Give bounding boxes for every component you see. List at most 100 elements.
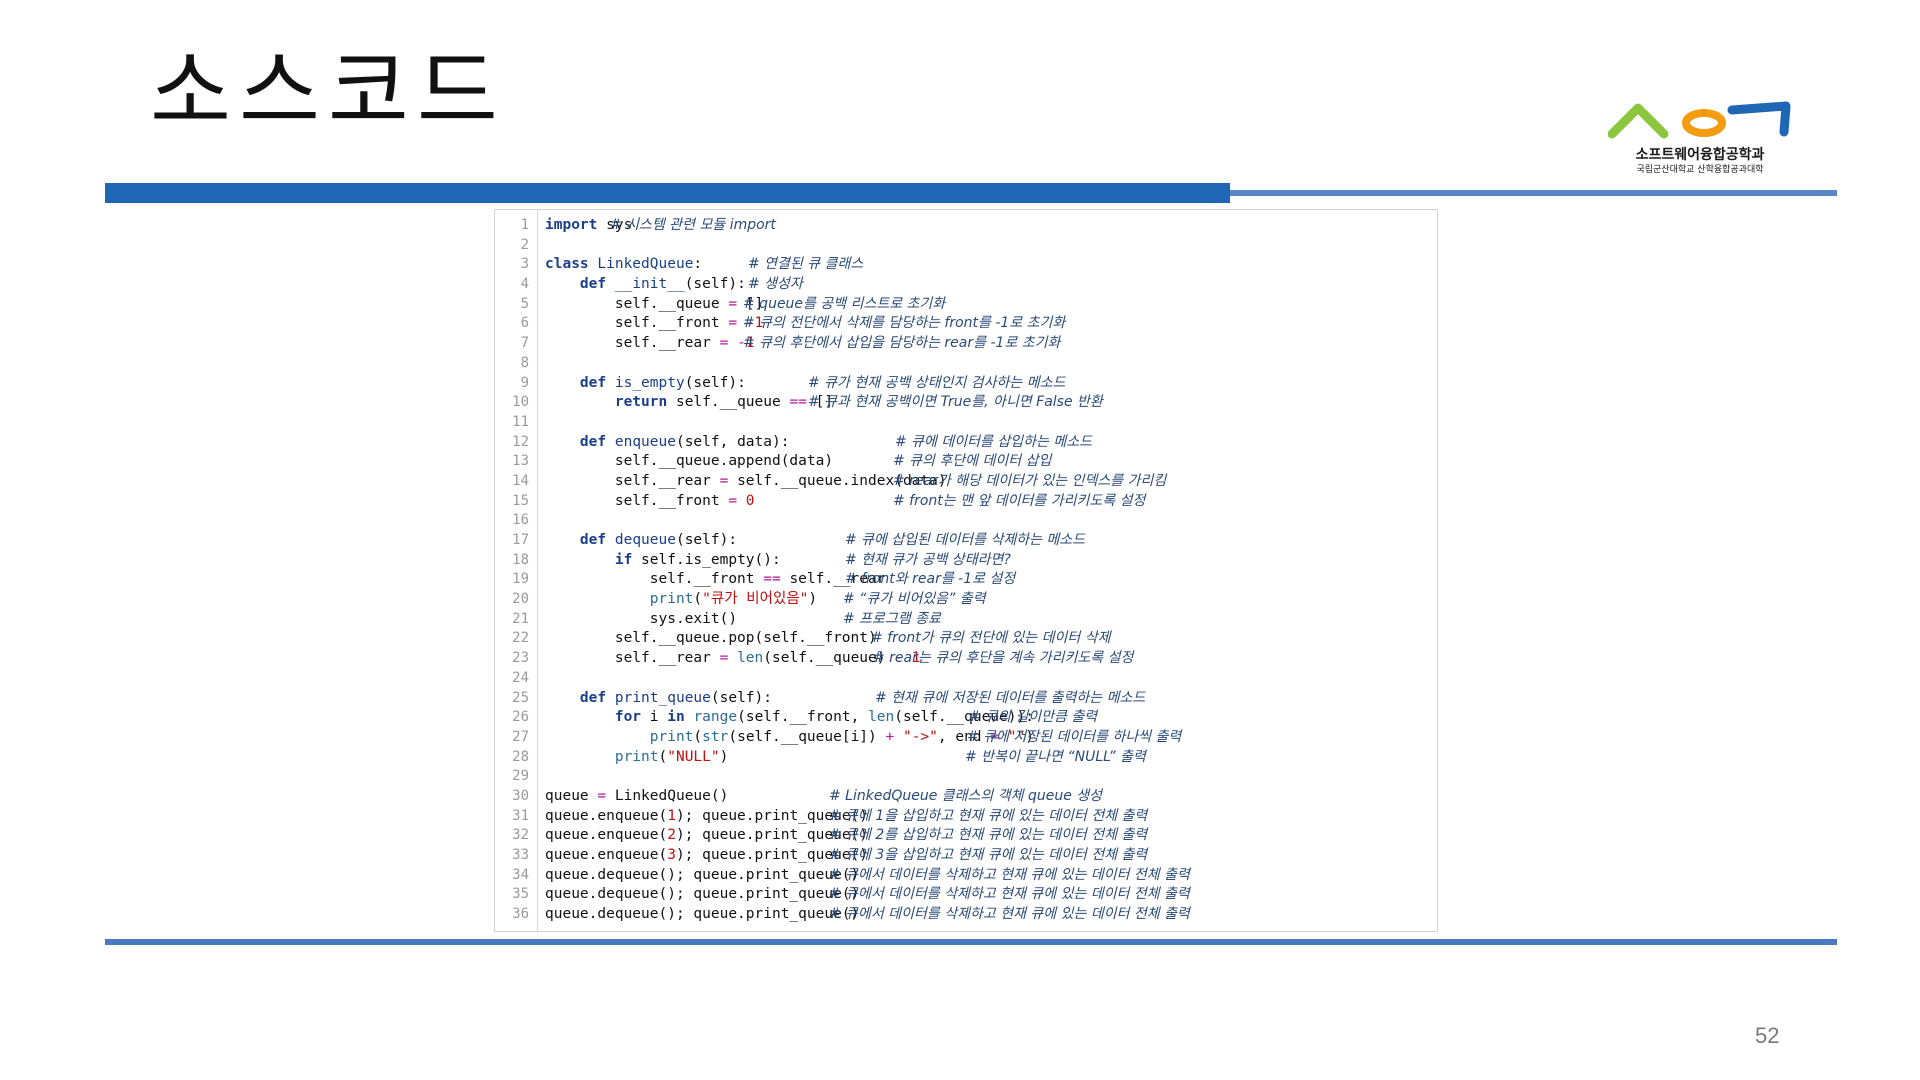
- line-number: 29: [512, 768, 529, 785]
- code-line: 25 def print_queue(self): # 현재 큐에 저장된 데이터…: [495, 689, 1437, 709]
- code-line: 32 queue.enqueue(2); queue.print_queue() #…: [495, 826, 1437, 846]
- line-number: 18: [512, 551, 529, 568]
- code-line: 27 print(str(self.__queue[i]) + "->", en…: [495, 728, 1437, 748]
- line-number: 7: [520, 335, 529, 352]
- code-text: queue.enqueue(3); queue.print_queue(): [545, 847, 869, 863]
- line-number: 4: [520, 276, 529, 293]
- code-line: 23 self.__rear = len(self.__queue) - 1 # …: [495, 649, 1437, 669]
- code-comment: # 큐에 삽입된 데이터를 삭제하는 메소드: [845, 532, 1086, 548]
- code-text: queue.dequeue(); queue.print_queue(): [545, 906, 860, 923]
- code-line: 26 for i in range(self.__front, len(self…: [495, 708, 1437, 728]
- code-line: 24: [495, 669, 1437, 689]
- code-listing: 1 import sys # 시스템 관련 모듈 import 2 3 class Lin…: [494, 209, 1438, 932]
- code-comment: # 큐과 현재 공백이면 True를, 아니면 False 반환: [808, 394, 1103, 411]
- code-text: self.__front == self.__rear: [545, 571, 886, 588]
- code-comment: # 현재 큐가 공백 상태라면?: [845, 551, 1011, 568]
- code-text: if self.is_empty():: [614, 551, 781, 568]
- code-line: 17 def dequeue(self): # 큐에 삽입된 데이터를 삭제하는 …: [495, 531, 1437, 551]
- code-line: 31 queue.enqueue(1); queue.print_queue() #…: [495, 807, 1437, 827]
- code-line: 28 print("NULL") # 반복이 끝나면 “NULL” 출력: [495, 748, 1437, 768]
- code-line: 36 queue.dequeue(); queue.print_queue() # …: [495, 905, 1437, 925]
- line-number: 14: [512, 472, 529, 489]
- code-comment: # 큐에 저장된 데이터를 하나씩 출력: [967, 728, 1182, 745]
- code-line: 12 def enqueue(self, data): # 큐에 데이터를 삽입하…: [495, 433, 1437, 453]
- line-number: 34: [512, 866, 529, 883]
- code-text: return self.__queue == []: [614, 394, 834, 411]
- line-number: 21: [512, 610, 529, 627]
- code-comment: # 큐에 3을 삽입하고 현재 큐에 있는 데이터 전체 출력: [829, 847, 1148, 863]
- code-comment: # 프로그램 종료: [843, 610, 941, 627]
- code-line: 14 self.__rear = self.__queue.index(data…: [495, 472, 1437, 492]
- code-line: 2: [495, 236, 1437, 256]
- code-line: 3 class LinkedQueue: # 연결된 큐 클래스: [495, 255, 1437, 275]
- code-line: 13 self.__queue.append(data) # 큐의 후단에 데이터…: [495, 452, 1437, 472]
- code-text: def enqueue(self, data):: [579, 433, 790, 450]
- line-number: 13: [512, 453, 529, 470]
- line-number: 30: [512, 787, 529, 804]
- code-comment: # 큐의 전단에서 삭제를 담당하는 front를 -1로 초기화: [743, 315, 1066, 332]
- code-line: 6 self.__front = -1 # 큐의 전단에서 삭제를 담당하는 fr…: [495, 314, 1437, 334]
- code-comment: # 큐가 현재 공백 상태인지 검사하는 메소드: [808, 374, 1066, 391]
- line-number: 1: [520, 217, 529, 233]
- code-line: 11: [495, 413, 1437, 433]
- line-number: 12: [512, 433, 529, 450]
- code-comment: # front와 rear를 -1로 설정: [845, 571, 1016, 588]
- slide-title: 소스코드: [150, 40, 506, 143]
- code-line: 4 def __init__(self): # 생성자: [495, 275, 1437, 295]
- bottom-divider-line: [105, 939, 1837, 945]
- code-text: print("NULL"): [614, 748, 729, 765]
- code-line: 35 queue.dequeue(); queue.print_queue() # …: [495, 885, 1437, 905]
- line-number: 9: [520, 374, 529, 391]
- code-text: class LinkedQueue:: [545, 256, 703, 273]
- logo-shapes-icon: [1608, 101, 1791, 139]
- line-number: 19: [512, 571, 529, 588]
- line-number: 25: [512, 689, 529, 706]
- line-number: 23: [512, 650, 529, 667]
- line-number: 3: [520, 256, 529, 273]
- line-number: 2: [520, 236, 529, 253]
- code-line: 9 def is_empty(self): # 큐가 현재 공백 상태인지 검사하…: [495, 374, 1437, 394]
- line-number: 15: [512, 492, 529, 509]
- code-text: queue.enqueue(1); queue.print_queue(): [545, 807, 869, 824]
- code-text: for i in range(self.__front, len(self.__…: [614, 709, 1034, 726]
- code-text: self.__queue.pop(self.__front): [545, 630, 877, 647]
- code-comment: # “큐가 비어있음” 출력: [843, 591, 986, 608]
- code-comment: # 큐에 1을 삽입하고 현재 큐에 있는 데이터 전체 출력: [829, 807, 1148, 824]
- code-comment: # queue를 공백 리스트로 초기화: [743, 295, 946, 312]
- code-line: 30 queue = LinkedQueue() # LinkedQueue 클래스…: [495, 787, 1437, 807]
- code-comment: # front는 맨 앞 데이터를 가리키도록 설정: [893, 492, 1146, 509]
- code-comment: # 큐의 후단에서 삽입을 담당하는 rear를 -1로 초기화: [743, 335, 1061, 352]
- code-text: queue.dequeue(); queue.print_queue(): [545, 866, 860, 883]
- code-text: self.__rear = self.__queue.index(data): [545, 472, 947, 489]
- department-logo: 소프트웨어융합공학과 국립군산대학교 산학융합공과대학: [1600, 100, 1800, 175]
- code-comment: # 연결된 큐 클래스: [748, 256, 864, 273]
- code-comment: # LinkedQueue 클래스의 객체 queue 생성: [829, 787, 1103, 804]
- code-comment: # 큐에 데이터를 삽입하는 메소드: [895, 433, 1092, 450]
- code-line: 16: [495, 511, 1437, 531]
- code-text: self.__front = -1: [545, 315, 764, 332]
- code-text: self.__queue.append(data): [545, 453, 834, 470]
- line-number: 22: [512, 630, 529, 647]
- code-comment: # front가 큐의 전단에 있는 데이터 삭제: [871, 630, 1111, 647]
- code-comment: # rear가 해당 데이터가 있는 인덱스를 가리킴: [893, 472, 1167, 489]
- code-comment: # 큐에 2를 삽입하고 현재 큐에 있는 데이터 전체 출력: [829, 827, 1148, 844]
- code-text: def __init__(self):: [579, 276, 746, 293]
- line-number: 26: [512, 709, 529, 726]
- line-number: 6: [520, 315, 529, 332]
- code-line: 15 self.__front = 0 # front는 맨 앞 데이터를 가리키…: [495, 492, 1437, 512]
- code-line: 10 return self.__queue == [] # 큐과 현재 공백이면…: [495, 393, 1437, 413]
- title-divider-line: [1230, 190, 1837, 196]
- code-text: self.__queue = []: [545, 295, 764, 312]
- line-number: 16: [512, 512, 529, 529]
- title-accent-bar: [105, 183, 1230, 203]
- code-line: 22 self.__queue.pop(self.__front) # front…: [495, 629, 1437, 649]
- line-number: 5: [520, 295, 529, 312]
- code-line: 5 self.__queue = [] # queue를 공백 리스트로 초기화: [495, 295, 1437, 315]
- code-line: 7 self.__rear = -1 # 큐의 후단에서 삽입을 담당하는 rea…: [495, 334, 1437, 354]
- code-text: def print_queue(self):: [579, 689, 772, 706]
- code-text: def is_empty(self):: [579, 374, 746, 391]
- logo-college-name: 국립군산대학교 산학융합공과대학: [1636, 165, 1764, 175]
- code-comment: # 큐의 후단에 데이터 삽입: [893, 453, 1052, 470]
- line-number: 32: [512, 827, 529, 844]
- line-number: 24: [512, 669, 529, 686]
